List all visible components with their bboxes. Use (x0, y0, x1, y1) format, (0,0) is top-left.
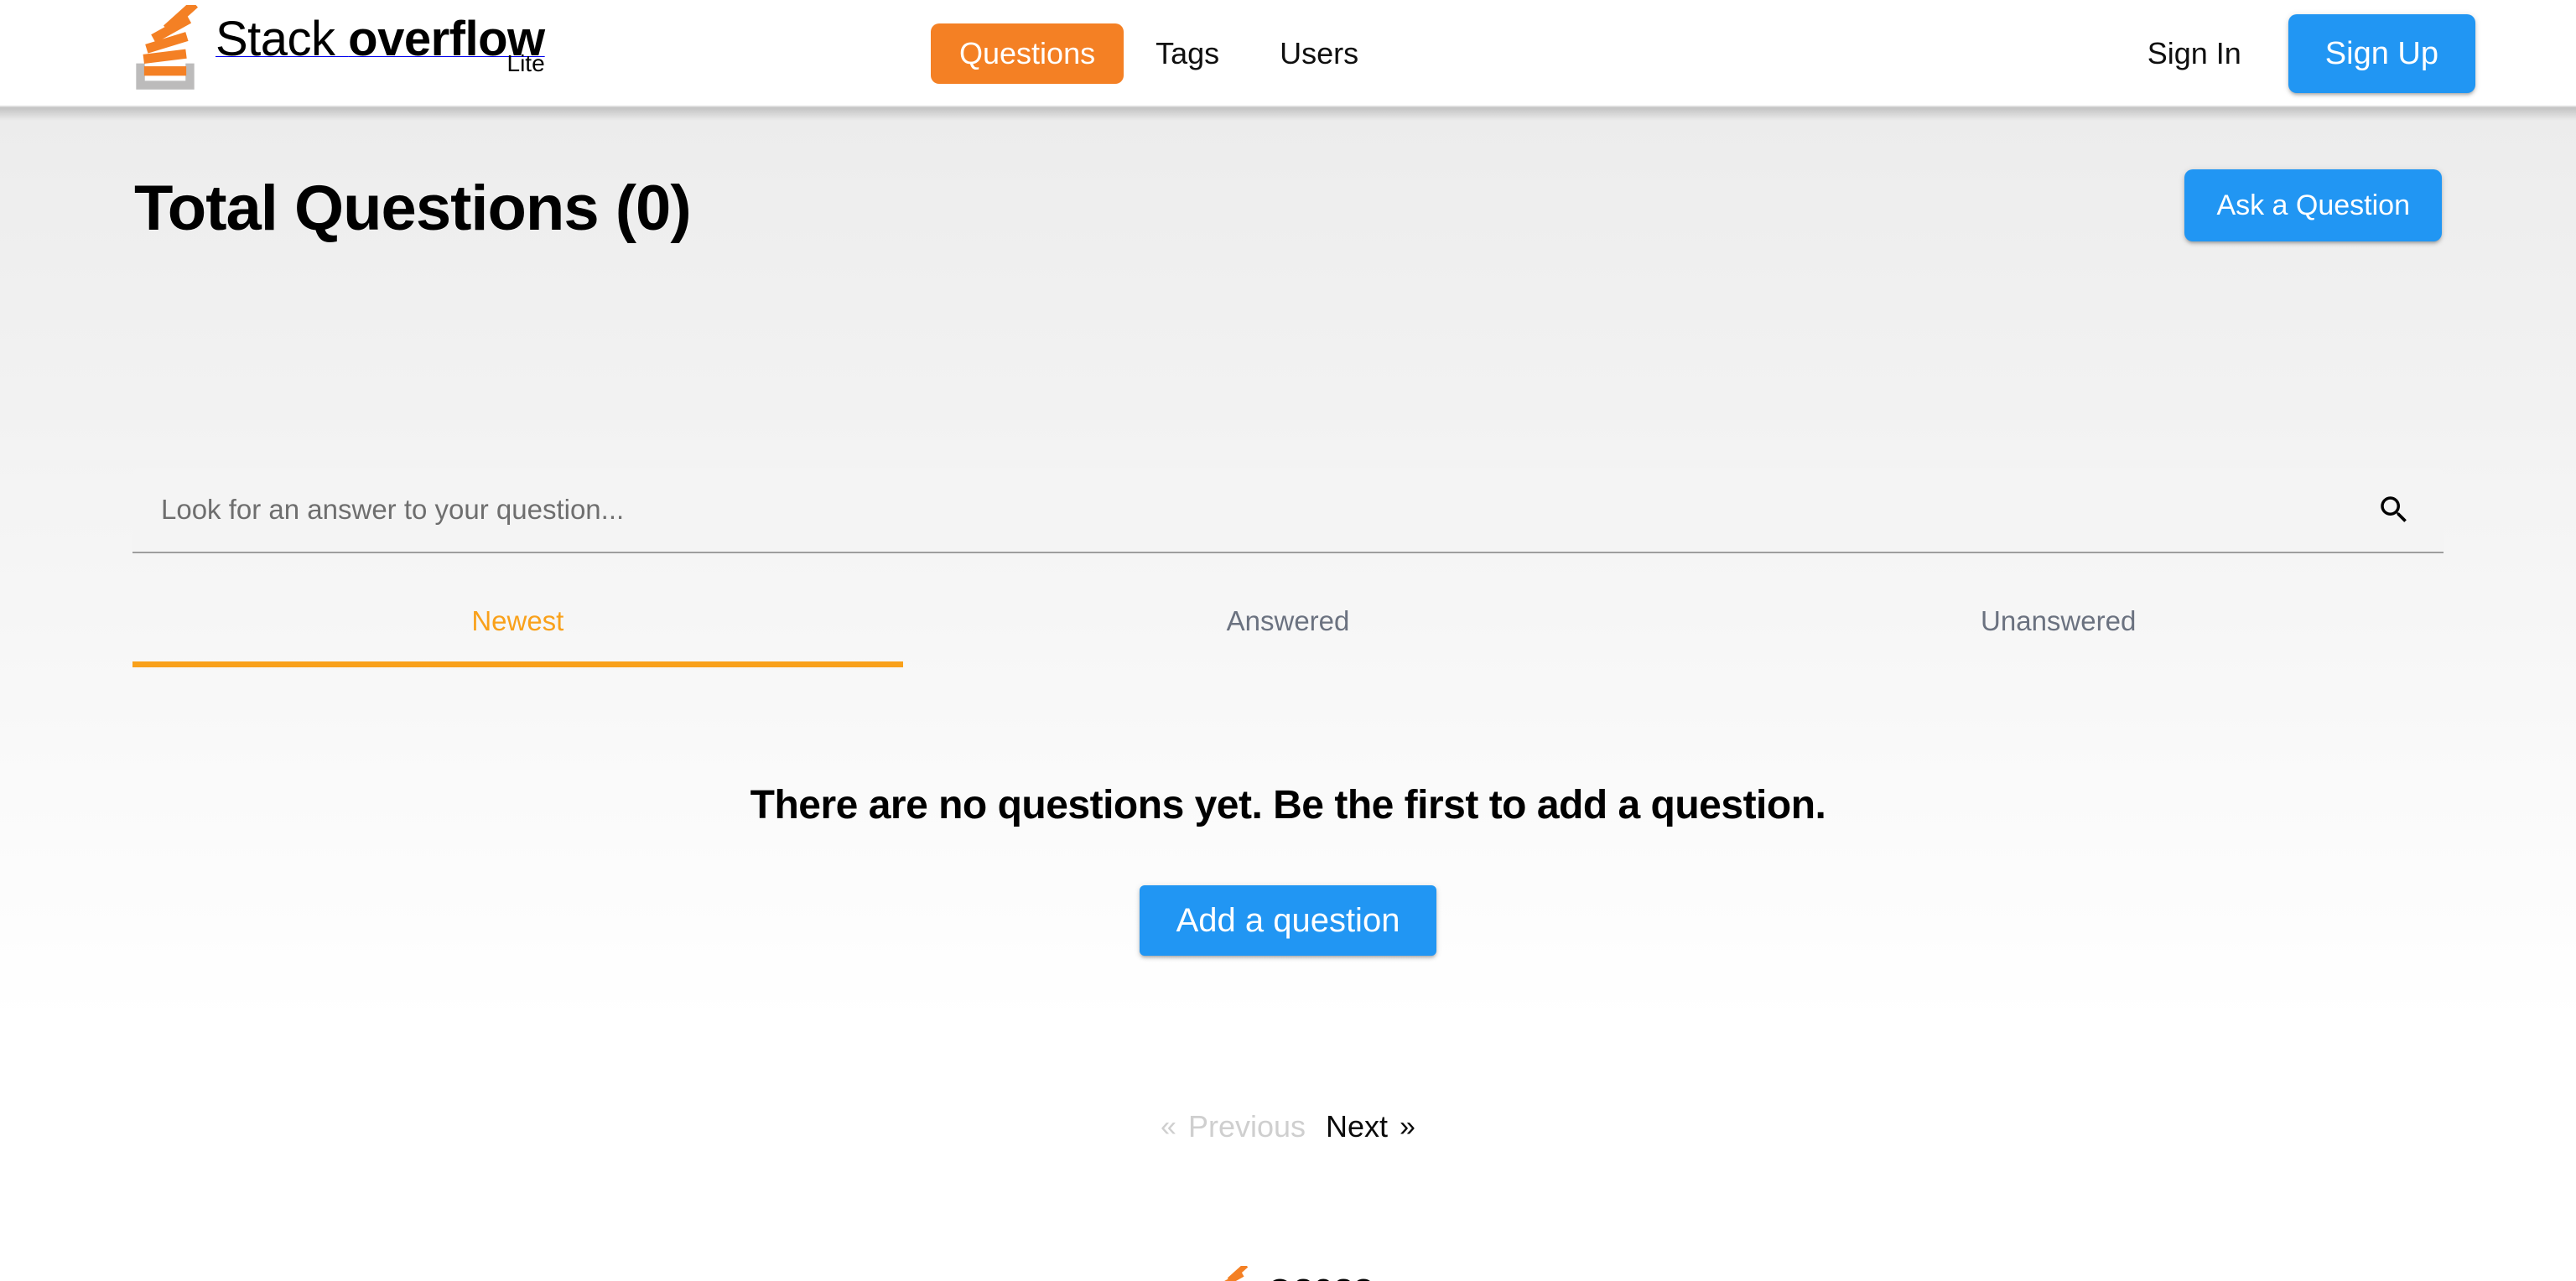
add-a-question-button[interactable]: Add a question (1139, 885, 1437, 956)
tab-newest[interactable]: Newest (132, 587, 903, 667)
pagination-previous-label: Previous (1187, 1109, 1306, 1144)
pagination-previous[interactable]: « Previous (1150, 1110, 1316, 1144)
brand-wordmark: Stack overflow Lite (216, 5, 545, 75)
ask-a-question-button[interactable]: Ask a Question (2184, 169, 2442, 241)
stack-overflow-logo-icon (136, 5, 199, 90)
brand-name: Stack overflow (216, 12, 545, 66)
footer-copyright: ©2023 (1266, 1266, 1374, 1281)
empty-state-message: There are no questions yet. Be the first… (750, 783, 1826, 827)
search-submit-button[interactable] (2363, 468, 2444, 552)
primary-nav: Questions Tags Users (931, 0, 1387, 107)
brand-logo-link[interactable]: Stack overflow Lite (122, 5, 545, 102)
search-icon (2381, 496, 2407, 522)
page-heading-row: Total Questions (0) Ask a Question (134, 159, 2442, 277)
chevron-right-double-icon: » (1400, 1111, 1415, 1143)
sign-in-link[interactable]: Sign In (2148, 39, 2241, 69)
pagination: « Previous Next » (0, 1110, 2576, 1144)
search-field[interactable] (132, 468, 2444, 553)
site-header: Stack overflow Lite Questions Tags Users… (0, 0, 2576, 107)
site-footer: ©2023 (0, 1254, 2576, 1281)
page-title: Total Questions (0) (134, 173, 692, 244)
empty-state-actions: Add a question (0, 885, 2576, 956)
stack-overflow-logo-icon (1220, 1266, 1249, 1281)
nav-item-tags[interactable]: Tags (1127, 23, 1248, 84)
sign-up-button[interactable]: Sign Up (2288, 14, 2475, 93)
nav-item-questions[interactable]: Questions (931, 23, 1124, 84)
page-body: Total Questions (0) Ask a Question Newes… (0, 107, 2576, 1281)
auth-actions: Sign In Sign Up (2148, 0, 2475, 107)
tab-answered[interactable]: Answered (903, 587, 1674, 667)
pagination-next-label: Next (1326, 1109, 1389, 1144)
brand-subtitle: Lite (506, 50, 545, 76)
pagination-next[interactable]: Next » (1316, 1110, 1426, 1144)
brand-name-light: Stack (216, 12, 349, 66)
chevron-left-double-icon: « (1161, 1111, 1176, 1143)
question-filter-tabs: Newest Answered Unanswered (132, 587, 2444, 667)
tab-unanswered[interactable]: Unanswered (1673, 587, 2444, 667)
nav-item-users[interactable]: Users (1251, 23, 1387, 84)
search-input[interactable] (132, 468, 2363, 552)
